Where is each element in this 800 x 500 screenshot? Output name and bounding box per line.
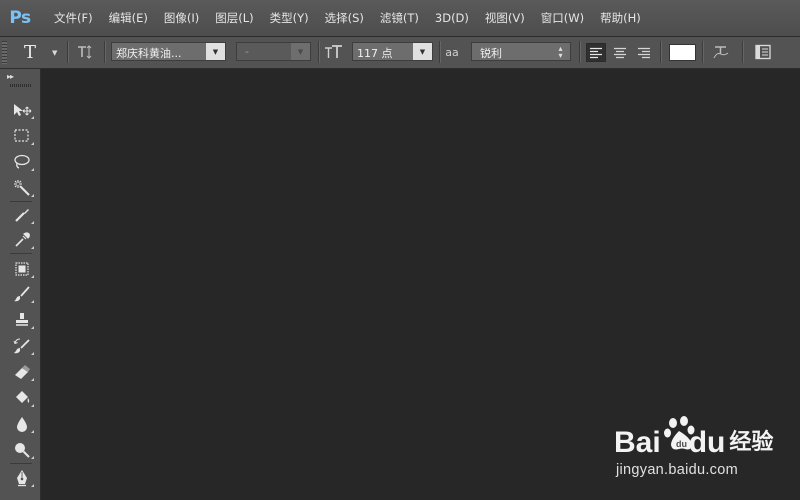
chevron-down-icon: ▼ [291,43,310,60]
watermark-url: jingyan.baidu.com [616,462,738,478]
divider [67,41,68,63]
paint-bucket-tool-icon [16,391,30,403]
divider [660,41,661,63]
divider [579,41,580,63]
menu-filter[interactable]: 滤镜(T) [372,10,427,26]
paint-bucket-tool-button[interactable] [10,387,34,409]
menu-view[interactable]: 视图(V) [477,10,533,26]
svg-text:du: du [676,439,687,449]
align-center-icon [614,47,626,58]
divider [742,41,743,63]
options-bar-grip[interactable] [2,41,7,64]
divider [104,41,105,63]
watermark-brand: Bai [614,426,661,459]
menu-type[interactable]: 类型(Y) [262,10,317,26]
main-menu: 文件(F) 编辑(E) 图像(I) 图层(L) 类型(Y) 选择(S) 滤镜(T… [46,10,649,26]
font-family-value: 郑庆科黄油... [116,47,182,60]
history-brush-tool-button[interactable] [10,335,34,357]
app-logo: Ps [9,8,31,28]
watermark-product: 经验 [729,429,774,454]
align-left-icon [590,47,602,58]
font-style-value: - [245,45,249,58]
pen-tool-button[interactable] [10,467,34,489]
options-bar: T ▼ 郑庆科黄油... ▼ - ▼ 117 点 ▼ aa 锐利 ▴ ▾ [0,37,800,69]
antialias-label: aa [445,45,459,59]
marquee-tool-button[interactable] [10,125,34,147]
quick-selection-tool-button[interactable] [10,204,34,226]
magic-wand-tool-button[interactable] [10,177,34,199]
menu-bar: Ps 文件(F) 编辑(E) 图像(I) 图层(L) 类型(Y) 选择(S) 滤… [0,0,800,37]
divider [702,41,703,63]
clone-stamp-tool-button[interactable] [10,309,34,331]
healing-brush-tool-icon [15,262,29,276]
healing-brush-tool-button[interactable] [10,258,34,280]
warp-text-icon[interactable] [711,43,731,61]
divider [318,41,319,63]
menu-layer[interactable]: 图层(L) [207,10,261,26]
chevron-down-icon: ▼ [413,43,432,60]
tools-panel: ▸▸ [0,69,41,500]
menu-window[interactable]: 窗口(W) [533,10,592,26]
quick-selection-tool-icon [15,209,29,222]
move-tool-icon [14,104,32,116]
lasso-tool-icon [14,154,30,169]
character-panel-icon[interactable] [753,43,773,61]
align-center-button[interactable] [610,43,630,62]
menu-3d[interactable]: 3D(D) [427,11,477,25]
align-left-button[interactable] [586,43,606,62]
brush-tool-button[interactable] [10,283,34,305]
antialias-select[interactable]: 锐利 ▴ ▾ [471,42,571,61]
brush-tool-icon [14,286,30,302]
font-style-select[interactable]: - ▼ [236,42,311,61]
menu-image[interactable]: 图像(I) [156,10,207,26]
menu-file[interactable]: 文件(F) [46,10,101,26]
antialias-icon: aa [442,43,462,61]
chevron-down-icon: ▼ [206,43,225,60]
divider [10,201,32,202]
eyedropper-tool-icon [15,232,30,247]
pen-tool-icon [17,470,27,487]
magic-wand-tool-icon [14,180,30,196]
eraser-tool-icon [15,365,30,379]
divider [10,463,32,464]
lasso-tool-button[interactable] [10,151,34,173]
dodge-tool-button[interactable] [10,439,34,461]
divider [439,41,440,63]
menu-edit[interactable]: 编辑(E) [101,10,156,26]
eyedropper-tool-button[interactable] [10,229,34,251]
align-right-icon [638,47,650,58]
tool-preset-picker[interactable]: T [24,42,36,63]
baidu-paw-icon: du [664,416,695,450]
marquee-tool-icon [14,129,29,142]
clone-stamp-tool-icon [16,313,28,326]
panel-grip[interactable] [10,84,32,87]
tool-preset-caret-icon[interactable]: ▼ [52,49,57,57]
collapse-panel-icon[interactable]: ▸▸ [7,72,14,81]
text-orientation-icon[interactable] [75,43,95,61]
blur-tool-button[interactable] [10,413,34,435]
dodge-tool-icon [15,443,30,458]
eraser-tool-button[interactable] [10,361,34,383]
align-right-button[interactable] [634,43,654,62]
spinner-arrows-icon: ▴ ▾ [551,43,570,60]
font-size-value: 117 点 [357,47,393,60]
antialias-value: 锐利 [480,47,502,60]
font-family-select[interactable]: 郑庆科黄油... ▼ [111,42,226,61]
menu-select[interactable]: 选择(S) [317,10,372,26]
blur-tool-icon [17,417,27,432]
move-tool-button[interactable] [10,99,34,121]
font-size-icon [324,43,344,61]
menu-help[interactable]: 帮助(H) [592,10,649,26]
divider [10,253,32,254]
history-brush-tool-icon [13,338,30,354]
font-size-select[interactable]: 117 点 ▼ [352,42,433,61]
baidu-jingyan-watermark: Bai du 经验 du jingyan.baidu.com [612,410,792,490]
text-color-swatch[interactable] [669,44,696,61]
